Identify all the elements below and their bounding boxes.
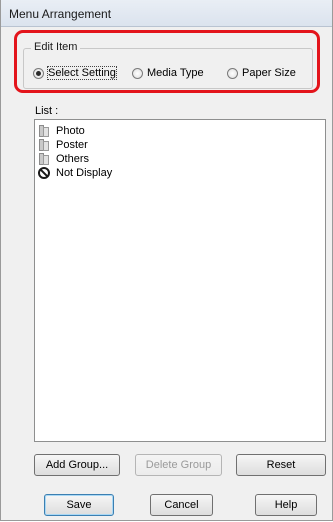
window-title: Menu Arrangement bbox=[9, 7, 112, 21]
menu-arrangement-dialog: Menu Arrangement Edit Item Select Settin… bbox=[0, 0, 333, 521]
no-entry-icon bbox=[38, 167, 50, 179]
folder-icon bbox=[39, 139, 50, 151]
folder-icon bbox=[39, 125, 50, 137]
radio-checked-icon bbox=[33, 67, 44, 79]
paper-size-radio[interactable]: Paper Size bbox=[227, 66, 296, 80]
list-item-not-display[interactable]: Not Display bbox=[38, 166, 113, 180]
list-item-poster[interactable]: Poster bbox=[39, 138, 88, 152]
help-button[interactable]: Help bbox=[255, 494, 317, 516]
list-item-label: Not Display bbox=[56, 167, 113, 179]
list-item-label: Others bbox=[56, 153, 90, 165]
paper-size-label: Paper Size bbox=[242, 67, 296, 79]
title-bar: Menu Arrangement bbox=[1, 0, 332, 27]
media-type-label: Media Type bbox=[147, 67, 204, 79]
list-item-others[interactable]: Others bbox=[39, 152, 89, 166]
save-button[interactable]: Save bbox=[44, 494, 114, 516]
cancel-button[interactable]: Cancel bbox=[150, 494, 213, 516]
select-setting-radio[interactable]: Select Setting bbox=[33, 66, 117, 80]
select-setting-label: Select Setting bbox=[47, 66, 117, 80]
delete-group-button[interactable]: Delete Group bbox=[135, 454, 222, 476]
list-label: List : bbox=[35, 105, 59, 117]
radio-unchecked-icon bbox=[227, 67, 238, 79]
menu-list[interactable]: Photo Poster Others Not Display bbox=[34, 119, 326, 442]
add-group-button[interactable]: Add Group... bbox=[34, 454, 120, 476]
edit-item-label: Edit Item bbox=[31, 41, 81, 53]
folder-icon bbox=[39, 153, 50, 165]
reset-button[interactable]: Reset bbox=[236, 454, 326, 476]
radio-unchecked-icon bbox=[132, 67, 143, 79]
list-item-photo[interactable]: Photo bbox=[39, 124, 85, 138]
list-item-label: Poster bbox=[56, 139, 88, 151]
list-item-label: Photo bbox=[56, 125, 85, 137]
media-type-radio[interactable]: Media Type bbox=[132, 66, 204, 80]
